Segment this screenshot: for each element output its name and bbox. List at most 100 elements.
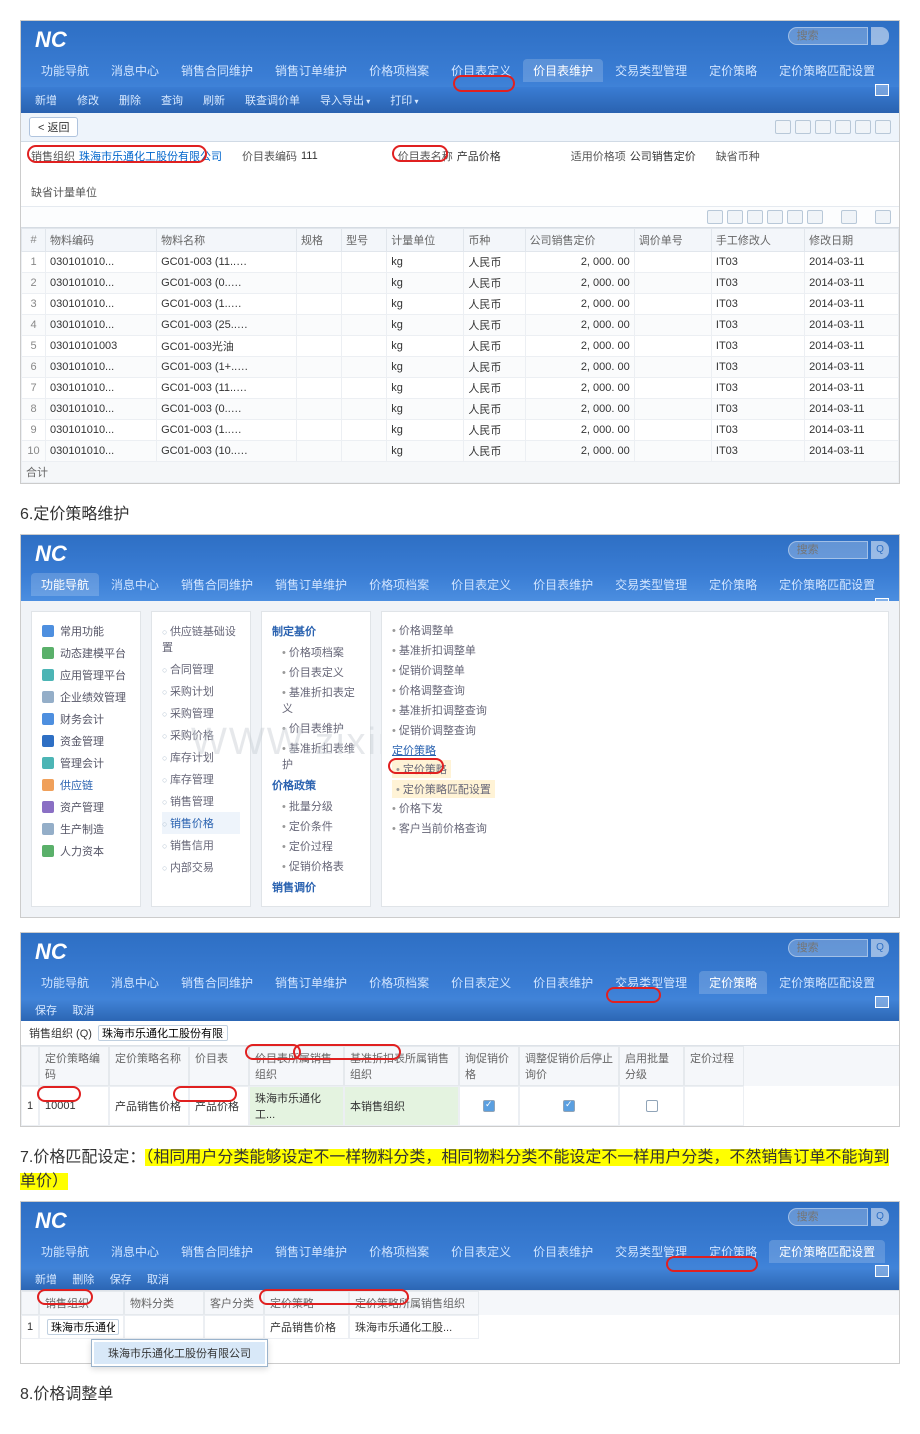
tab[interactable]: 消息中心 — [101, 971, 169, 994]
module-item[interactable]: 生产制造 — [42, 818, 130, 840]
btn-delete[interactable]: 删除 — [66, 1272, 100, 1288]
menu-item-strategymatch[interactable]: 定价策略匹配设置 — [392, 780, 495, 798]
btn-link-adjust[interactable]: 联查调价单 — [239, 90, 306, 110]
table-row[interactable]: 1030101010...GC01-003 (11..…kg人民币2, 000.… — [22, 252, 899, 273]
tab[interactable]: 价目表定义 — [441, 1240, 521, 1263]
menu-item[interactable]: 促销价调整单 — [392, 660, 878, 680]
tab[interactable]: 价目表维护 — [523, 573, 603, 596]
menu-item[interactable]: 促销价格表 — [272, 856, 360, 876]
tab[interactable]: 交易类型管理 — [605, 1240, 697, 1263]
cell[interactable] — [684, 1086, 744, 1126]
tab[interactable]: 销售订单维护 — [265, 971, 357, 994]
tab[interactable]: 价目表维护 — [523, 1240, 603, 1263]
table-row[interactable]: 9030101010...GC01-003 (1..…kg人民币2, 000. … — [22, 420, 899, 441]
restore-icon[interactable] — [875, 84, 889, 96]
tbl-icon-5[interactable] — [787, 210, 803, 224]
strategy-table-row[interactable]: 110001产品销售价格产品价格珠海市乐通化工...本销售组织 — [21, 1086, 899, 1126]
tab-txtype[interactable]: 交易类型管理 — [605, 59, 697, 82]
cell[interactable] — [204, 1315, 264, 1339]
cell[interactable] — [39, 1315, 124, 1339]
menu-item[interactable]: 批量分级 — [272, 796, 360, 816]
search-icon[interactable]: Q — [871, 541, 889, 559]
table-row[interactable]: 6030101010...GC01-003 (1+..…kg人民币2, 000.… — [22, 357, 899, 378]
tab[interactable]: 价格项档案 — [359, 573, 439, 596]
search-icon[interactable]: Q — [871, 939, 889, 957]
submenu-item[interactable]: 库存管理 — [162, 768, 240, 790]
btn-save[interactable]: 保存 — [29, 1003, 63, 1019]
btn-save[interactable]: 保存 — [104, 1272, 138, 1288]
table-row[interactable]: 8030101010...GC01-003 (0..…kg人民币2, 000. … — [22, 399, 899, 420]
org-dropdown[interactable]: 珠海市乐通化工股份有限公司 — [91, 1339, 268, 1367]
cell[interactable]: 产品价格 — [189, 1086, 249, 1126]
menu-item[interactable]: 定价过程 — [272, 836, 360, 856]
match-table-row[interactable]: 1产品销售价格珠海市乐通化工股... — [21, 1315, 899, 1339]
menu-item-strategy[interactable]: 定价策略 — [392, 760, 451, 778]
restore-icon[interactable] — [875, 1265, 889, 1277]
tab[interactable]: 价目表维护 — [523, 971, 603, 994]
tab[interactable]: 定价策略匹配设置 — [769, 573, 885, 596]
tab-strategymatch[interactable]: 定价策略匹配设置 — [769, 59, 885, 82]
btn-refresh[interactable]: 刷新 — [197, 90, 231, 110]
menu-item[interactable]: 基准折扣调整单 — [392, 640, 878, 660]
cell[interactable] — [619, 1086, 684, 1126]
max-icon[interactable] — [875, 120, 891, 134]
tbl-icon-3[interactable] — [747, 210, 763, 224]
search-icon[interactable] — [871, 27, 889, 45]
dropdown-option[interactable]: 珠海市乐通化工股份有限公司 — [94, 1342, 265, 1364]
checkbox-icon[interactable] — [646, 1100, 658, 1112]
cell[interactable]: 珠海市乐通化工股... — [349, 1315, 479, 1339]
menu-item[interactable]: 促销价调整查询 — [392, 720, 878, 740]
tbl-icon-6[interactable] — [807, 210, 823, 224]
tab[interactable]: 定价策略 — [699, 971, 767, 994]
cell[interactable]: 珠海市乐通化工... — [249, 1086, 344, 1126]
tbl-icon-2[interactable] — [727, 210, 743, 224]
btn-print[interactable]: 打印 — [384, 90, 424, 110]
menu-item[interactable]: 价格下发 — [392, 798, 878, 818]
tbl-icon-4[interactable] — [767, 210, 783, 224]
menu-item[interactable]: 价目表维护 — [272, 718, 360, 738]
btn-edit[interactable]: 修改 — [71, 90, 105, 110]
submenu-item[interactable]: 销售信用 — [162, 834, 240, 856]
tab[interactable]: 销售合同维护 — [171, 971, 263, 994]
checkbox-icon[interactable] — [483, 1100, 495, 1112]
search-input[interactable] — [788, 939, 868, 957]
submenu-item[interactable]: 库存计划 — [162, 746, 240, 768]
cell[interactable]: 1 — [21, 1086, 39, 1126]
submenu-item[interactable]: 内部交易 — [162, 856, 240, 878]
module-item[interactable]: 资金管理 — [42, 730, 130, 752]
table-row[interactable]: 10030101010...GC01-003 (10..…kg人民币2, 000… — [22, 441, 899, 462]
cell[interactable]: 产品销售价格 — [109, 1086, 189, 1126]
last-icon[interactable] — [855, 120, 871, 134]
btn-cancel[interactable]: 取消 — [141, 1272, 175, 1288]
module-item[interactable]: 企业绩效管理 — [42, 686, 130, 708]
cell[interactable]: 10001 — [39, 1086, 109, 1126]
submenu-item[interactable]: 供应链基础设置 — [162, 620, 240, 658]
tab-pricelistdef[interactable]: 价目表定义 — [441, 59, 521, 82]
btn-query[interactable]: 查询 — [155, 90, 189, 110]
tab-priceitem[interactable]: 价格项档案 — [359, 59, 439, 82]
tab[interactable]: 销售订单维护 — [265, 1240, 357, 1263]
module-item[interactable]: 供应链 — [42, 774, 130, 796]
table-row[interactable]: 503010101003GC01-003光油kg人民币2, 000. 00IT0… — [22, 336, 899, 357]
org-input[interactable] — [47, 1319, 119, 1335]
search-input[interactable] — [788, 541, 868, 559]
tab-msgcenter[interactable]: 消息中心 — [101, 59, 169, 82]
next-icon[interactable] — [835, 120, 851, 134]
table-row[interactable]: 3030101010...GC01-003 (1..…kg人民币2, 000. … — [22, 294, 899, 315]
search-input[interactable] — [788, 27, 868, 45]
tab[interactable]: 功能导航 — [31, 1240, 99, 1263]
module-item[interactable]: 常用功能 — [42, 620, 130, 642]
menu-item[interactable]: 价目表定义 — [272, 662, 360, 682]
submenu-item[interactable]: 合同管理 — [162, 658, 240, 680]
module-item[interactable]: 财务会计 — [42, 708, 130, 730]
search-input[interactable] — [788, 1208, 868, 1226]
search-icon[interactable]: Q — [871, 1208, 889, 1226]
submenu-item[interactable]: 采购计划 — [162, 680, 240, 702]
cell[interactable] — [124, 1315, 204, 1339]
module-item[interactable]: 应用管理平台 — [42, 664, 130, 686]
tbl-icon-7[interactable] — [841, 210, 857, 224]
btn-delete[interactable]: 删除 — [113, 90, 147, 110]
tab[interactable]: 功能导航 — [31, 573, 99, 596]
tab-funcnav[interactable]: 功能导航 — [31, 59, 99, 82]
tab[interactable]: 销售合同维护 — [171, 1240, 263, 1263]
